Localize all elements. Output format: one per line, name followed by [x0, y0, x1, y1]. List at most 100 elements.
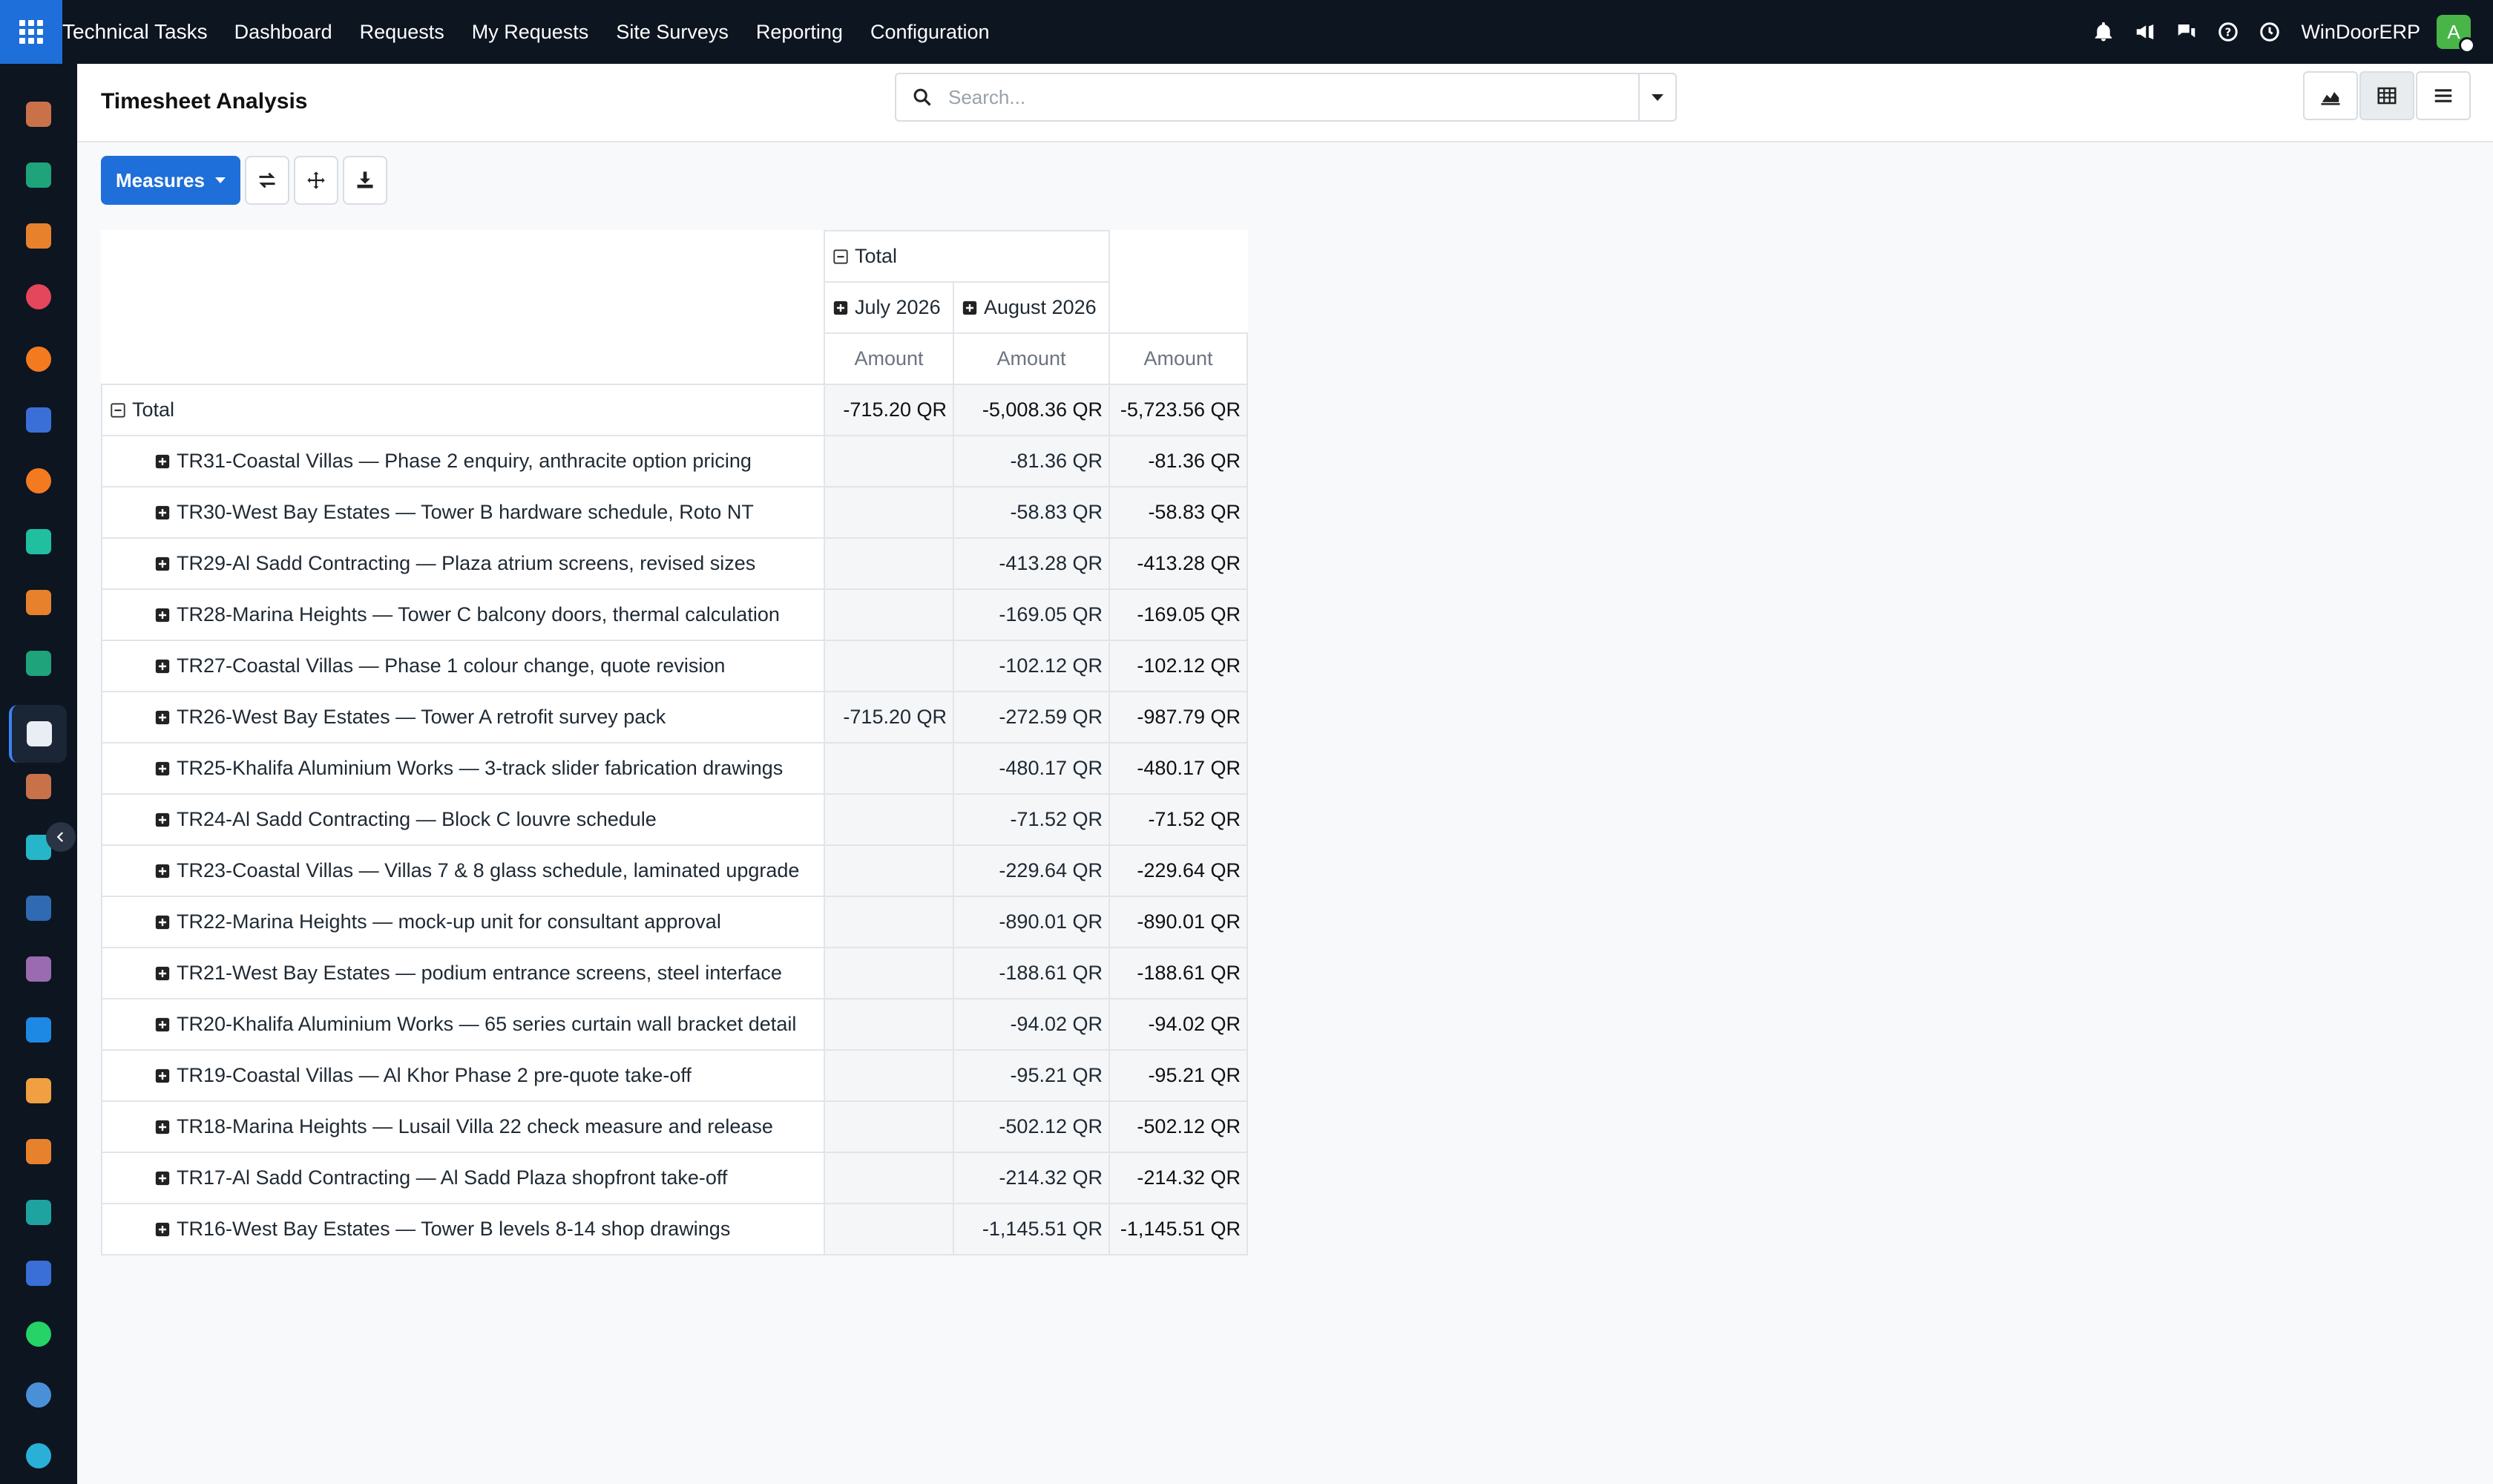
app-brand[interactable]: Technical Tasks	[62, 20, 208, 44]
pivot-view-button[interactable]	[2359, 71, 2414, 120]
cell-value[interactable]	[824, 998, 954, 1051]
cell-value[interactable]: -715.20 QR	[824, 384, 954, 436]
cell-value[interactable]: -102.12 QR	[1108, 640, 1248, 692]
cell-value[interactable]	[824, 742, 954, 795]
help-icon[interactable]: ?	[2207, 11, 2249, 53]
sidebar-app-2[interactable]	[19, 156, 58, 194]
chat-icon[interactable]	[2166, 11, 2207, 53]
cell-value[interactable]	[824, 896, 954, 948]
row-header[interactable]: TR18-Marina Heights — Lusail Villa 22 ch…	[101, 1100, 825, 1153]
sidebar-app-1[interactable]	[19, 95, 58, 134]
flip-axis-button[interactable]	[244, 156, 289, 205]
menu-my-requests[interactable]: My Requests	[472, 21, 589, 44]
row-header[interactable]: TR20-Khalifa Aluminium Works — 65 series…	[101, 998, 825, 1051]
company-switcher[interactable]: WinDoorERP	[2301, 21, 2420, 44]
row-header[interactable]: TR26-West Bay Estates — Tower A retrofit…	[101, 691, 825, 743]
cell-value[interactable]: -81.36 QR	[953, 435, 1110, 487]
cell-value[interactable]: -502.12 QR	[1108, 1100, 1248, 1153]
cell-value[interactable]	[824, 1203, 954, 1255]
measure-header[interactable]: Amount	[1108, 332, 1248, 385]
col-header-july-2026[interactable]: July 2026	[824, 281, 954, 334]
cell-value[interactable]: -413.28 QR	[953, 537, 1110, 590]
row-header[interactable]: TR19-Coastal Villas — Al Khor Phase 2 pr…	[101, 1049, 825, 1102]
row-header[interactable]: TR22-Marina Heights — mock-up unit for c…	[101, 896, 825, 948]
cell-value[interactable]: -188.61 QR	[1108, 947, 1248, 999]
measure-header[interactable]: Amount	[953, 332, 1110, 385]
row-header-total[interactable]: Total	[101, 384, 825, 436]
expand-all-button[interactable]	[293, 156, 338, 205]
sidebar-app-11[interactable]	[9, 705, 67, 763]
sidebar-app-6[interactable]	[19, 401, 58, 439]
sidebar-app-16[interactable]	[19, 1011, 58, 1049]
row-header[interactable]: TR31-Coastal Villas — Phase 2 enquiry, a…	[101, 435, 825, 487]
cell-value[interactable]: -987.79 QR	[1108, 691, 1248, 743]
cell-value[interactable]: -169.05 QR	[953, 588, 1110, 641]
row-header[interactable]: TR21-West Bay Estates — podium entrance …	[101, 947, 825, 999]
cell-value[interactable]: -94.02 QR	[1108, 998, 1248, 1051]
menu-configuration[interactable]: Configuration	[870, 21, 990, 44]
cell-value[interactable]	[824, 435, 954, 487]
row-header[interactable]: TR30-West Bay Estates — Tower B hardware…	[101, 486, 825, 539]
cell-value[interactable]: -413.28 QR	[1108, 537, 1248, 590]
clock-icon[interactable]	[2249, 11, 2290, 53]
menu-site-surveys[interactable]: Site Surveys	[616, 21, 729, 44]
cell-value[interactable]	[824, 486, 954, 539]
sidebar-app-9[interactable]	[19, 583, 58, 622]
cell-value[interactable]: -890.01 QR	[953, 896, 1110, 948]
sidebar-app-12[interactable]	[19, 767, 58, 806]
row-header[interactable]: TR25-Khalifa Aluminium Works — 3-track s…	[101, 742, 825, 795]
col-header-august-2026[interactable]: August 2026	[953, 281, 1110, 334]
bell-icon[interactable]	[2083, 11, 2124, 53]
apps-menu-button[interactable]	[0, 0, 62, 64]
cell-value[interactable]: -94.02 QR	[953, 998, 1110, 1051]
graph-view-button[interactable]	[2303, 71, 2358, 120]
search-options-toggle[interactable]	[1638, 74, 1675, 120]
sidebar-app-8[interactable]	[19, 522, 58, 561]
measures-button[interactable]: Measures	[101, 156, 240, 205]
sidebar-app-3[interactable]	[19, 217, 58, 255]
cell-value[interactable]: -229.64 QR	[953, 844, 1110, 897]
cell-value[interactable]: -272.59 QR	[953, 691, 1110, 743]
search-icon[interactable]	[896, 87, 948, 108]
sidebar-app-19[interactable]	[19, 1193, 58, 1232]
cell-value[interactable]: -5,008.36 QR	[953, 384, 1110, 436]
sidebar-app-14[interactable]	[19, 889, 58, 928]
row-header[interactable]: TR23-Coastal Villas — Villas 7 & 8 glass…	[101, 844, 825, 897]
menu-requests[interactable]: Requests	[360, 21, 444, 44]
menu-reporting[interactable]: Reporting	[756, 21, 843, 44]
cell-value[interactable]: -95.21 QR	[1108, 1049, 1248, 1102]
col-header-total[interactable]: Total	[824, 230, 1110, 283]
sidebar-app-23[interactable]	[19, 1437, 58, 1475]
sidebar-app-15[interactable]	[19, 950, 58, 988]
megaphone-icon[interactable]	[2124, 11, 2166, 53]
row-header[interactable]: TR16-West Bay Estates — Tower B levels 8…	[101, 1203, 825, 1255]
menu-dashboard[interactable]: Dashboard	[234, 21, 332, 44]
sidebar-app-4[interactable]	[19, 278, 58, 316]
cell-value[interactable]	[824, 588, 954, 641]
measure-header[interactable]: Amount	[824, 332, 954, 385]
cell-value[interactable]: -214.32 QR	[1108, 1152, 1248, 1204]
user-avatar[interactable]: A	[2437, 15, 2475, 53]
sidebar-app-18[interactable]	[19, 1132, 58, 1171]
sidebar-app-20[interactable]	[19, 1254, 58, 1293]
search-input[interactable]	[948, 85, 1638, 109]
cell-value[interactable]	[824, 640, 954, 692]
cell-value[interactable]: -1,145.51 QR	[1108, 1203, 1248, 1255]
cell-value[interactable]: -502.12 QR	[953, 1100, 1110, 1153]
cell-value[interactable]	[824, 1100, 954, 1153]
row-header[interactable]: TR17-Al Sadd Contracting — Al Sadd Plaza…	[101, 1152, 825, 1204]
cell-value[interactable]: -71.52 QR	[1108, 793, 1248, 846]
cell-value[interactable]: -58.83 QR	[1108, 486, 1248, 539]
cell-value[interactable]: -71.52 QR	[953, 793, 1110, 846]
cell-value[interactable]: -58.83 QR	[953, 486, 1110, 539]
sidebar-app-5[interactable]	[19, 340, 58, 378]
sidebar-app-17[interactable]	[19, 1071, 58, 1110]
sidebar-app-7[interactable]	[19, 462, 58, 500]
download-button[interactable]	[342, 156, 387, 205]
list-view-button[interactable]	[2416, 71, 2471, 120]
cell-value[interactable]: -81.36 QR	[1108, 435, 1248, 487]
row-header[interactable]: TR28-Marina Heights — Tower C balcony do…	[101, 588, 825, 641]
sidebar-app-21[interactable]	[19, 1315, 58, 1353]
cell-value[interactable]	[824, 793, 954, 846]
cell-value[interactable]	[824, 537, 954, 590]
